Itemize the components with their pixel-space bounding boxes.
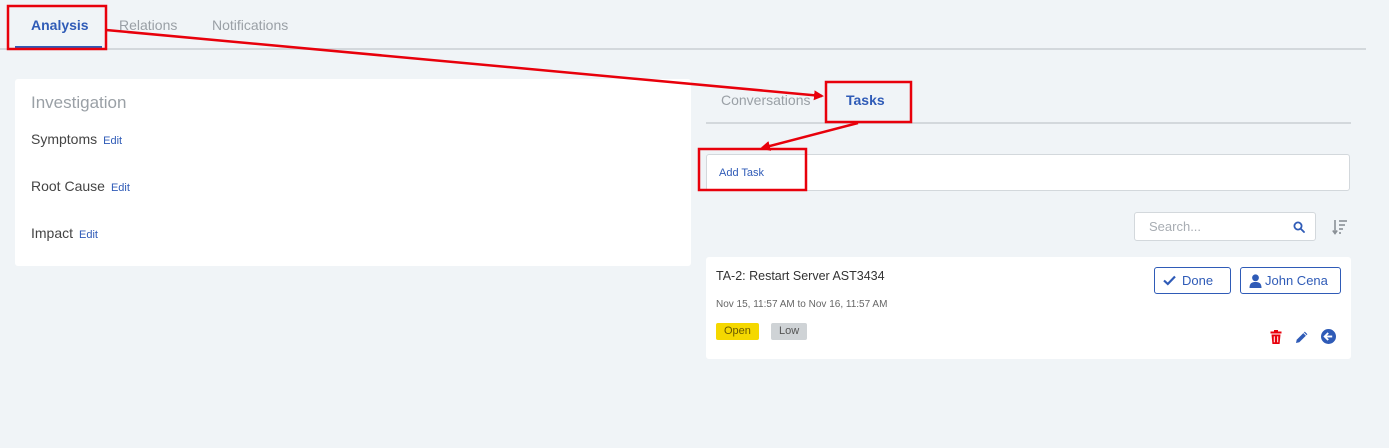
symptoms-label: Symptoms — [31, 131, 98, 147]
search-icon[interactable] — [1293, 221, 1305, 233]
pencil-icon[interactable] — [1295, 330, 1309, 344]
arrow-left-circle-icon[interactable] — [1321, 329, 1336, 344]
active-tab-indicator — [15, 46, 102, 49]
investigation-title: Investigation — [31, 93, 127, 112]
tab-tasks[interactable]: Tasks — [846, 92, 885, 108]
check-icon — [1163, 275, 1176, 286]
tab-notifications[interactable]: Notifications — [212, 17, 288, 33]
add-task-label: Add Task — [719, 167, 765, 179]
tab-relations[interactable]: Relations — [119, 17, 177, 33]
annotation-arrow-2 — [760, 121, 859, 151]
tab-analysis[interactable]: Analysis — [31, 17, 89, 33]
top-tab-bar: Analysis Relations Notifications — [0, 0, 1366, 50]
priority-badge: Low — [771, 323, 808, 340]
root-cause-edit-link[interactable]: Edit — [111, 182, 130, 194]
task-card: TA-2: Restart Server AST3434 Nov 15, 11:… — [706, 257, 1351, 359]
user-icon — [1249, 273, 1262, 288]
symptoms-edit-link[interactable]: Edit — [103, 135, 122, 147]
task-title: TA-2: Restart Server AST3434 — [716, 269, 885, 283]
status-badge: Open — [716, 323, 759, 340]
sort-icon[interactable] — [1332, 219, 1348, 235]
tab-conversations[interactable]: Conversations — [721, 92, 811, 108]
search-box — [1134, 212, 1316, 241]
assignee-label: John Cena — [1265, 273, 1328, 288]
right-tab-bar: Conversations Tasks — [706, 80, 1351, 124]
root-cause-label: Root Cause — [31, 178, 105, 194]
impact-edit-link[interactable]: Edit — [79, 229, 98, 241]
task-date-range: Nov 15, 11:57 AM to Nov 16, 11:57 AM — [716, 299, 888, 310]
done-button-label: Done — [1182, 273, 1214, 288]
search-input[interactable] — [1149, 219, 1289, 234]
done-button[interactable]: Done — [1154, 267, 1231, 294]
assignee-button[interactable]: John Cena — [1240, 267, 1341, 294]
impact-row: Impact Edit — [31, 225, 98, 241]
add-task-field[interactable]: Add Task — [706, 154, 1350, 191]
impact-label: Impact — [31, 225, 74, 241]
trash-icon[interactable] — [1269, 330, 1283, 344]
symptoms-row: Symptoms Edit — [31, 131, 122, 147]
root-cause-row: Root Cause Edit — [31, 178, 130, 194]
investigation-card: Investigation Symptoms Edit Root Cause Edi… — [15, 79, 691, 266]
